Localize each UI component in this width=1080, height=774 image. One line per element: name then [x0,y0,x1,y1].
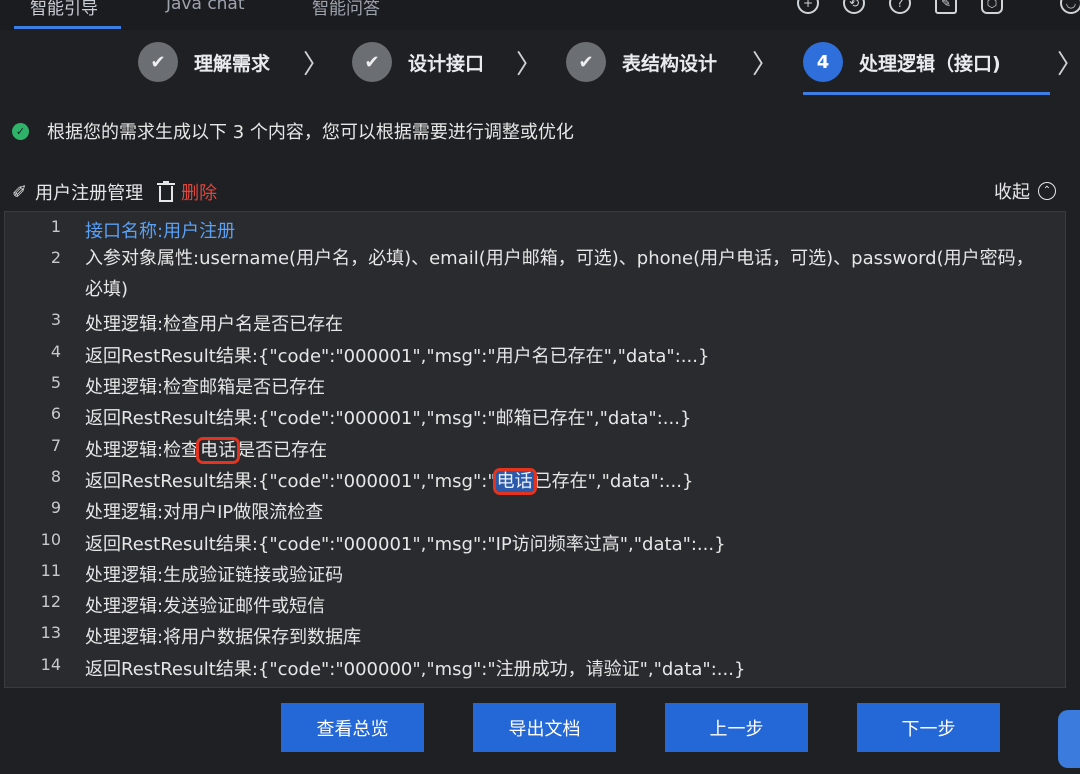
step-understand-requirements[interactable]: ✔ 理解需求 [138,42,270,82]
line-number: 6 [50,404,61,423]
active-step-indicator [803,92,1050,95]
line-text: 入参对象属性:username(用户名，必填)、email(用户邮箱，可选)、p… [85,248,1034,300]
edit-icon[interactable]: ✎ [935,0,957,14]
line-text: 处理逻辑:将用户数据保存到数据库 [85,627,362,648]
line-number: 13 [40,623,61,642]
line-number: 14 [40,655,61,674]
check-icon: ✔ [138,42,178,82]
chevron-right-icon: 〉 [752,50,779,80]
line-number: 11 [40,561,61,580]
shield-icon[interactable]: ⬡ [981,0,1003,14]
info-text-tail: 个内容，您可以根据需要进行调整或优化 [244,122,574,143]
step-number: 4 [803,42,843,82]
collapse-button[interactable]: 收起 ⌃ [994,178,1056,204]
step-processing-logic[interactable]: 4 处理逻辑（接口) [803,42,1001,82]
history-icon[interactable]: ⟲ [843,0,865,14]
line-text: 处理逻辑:检查电话是否已存在 [85,436,1049,464]
tab-smart-qa[interactable]: 智能问答 [312,0,380,19]
assistant-side-tab[interactable] [1058,710,1080,768]
trash-icon[interactable] [157,181,176,203]
success-check-icon: ✓ [12,122,29,140]
step-label: 处理逻辑（接口) [859,52,1001,75]
stepper: ✔ 理解需求 〉 ✔ 设计接口 〉 ✔ 表结构设计 〉 4 处理逻辑（接口) 〉 [0,30,1080,100]
line-number: 3 [50,310,61,329]
delete-button[interactable]: 删除 [181,179,217,205]
line-number: 12 [40,592,61,611]
code-editor[interactable]: 1 接口名称:用户注册 2 入参对象属性:username(用户名，必填)、em… [4,211,1066,688]
check-icon: ✔ [352,42,392,82]
line-text: 返回RestResult结果:{"code":"000001","msg":"I… [85,534,726,555]
highlighted-term: 电话 [196,437,241,464]
tab-java-chat[interactable]: Java chat [166,0,245,14]
line-text-post: 是否已存在 [237,440,328,461]
line-number: 10 [40,530,61,549]
line-number: 7 [50,436,61,455]
chevron-up-circle-icon: ⌃ [1038,182,1056,200]
line-text: 处理逻辑:对用户IP做限流检查 [85,502,324,523]
step-design-interface[interactable]: ✔ 设计接口 [352,42,484,82]
user-icon[interactable]: ◡ [1060,0,1080,14]
line-text: 处理逻辑:发送验证邮件或短信 [85,596,326,617]
line-text: 返回RestResult结果:{"code":"000000","msg":"注… [85,659,746,680]
line-number: 2 [50,248,61,267]
line-text-post: 已存在","data":...} [533,471,694,492]
line-number: 4 [50,342,61,361]
check-icon: ✔ [566,42,606,82]
info-count: 3 [232,122,245,143]
info-message: ✓ 根据您的需求生成以下 3 个内容，您可以根据需要进行调整或优化 [12,118,574,144]
line-number: 9 [50,498,61,517]
line-text: 处理逻辑:检查邮箱是否已存在 [85,377,326,398]
line-text: 返回RestResult结果:{"code":"000001","msg":"用… [85,346,710,367]
chevron-right-icon: 〉 [516,50,543,80]
line-number: 5 [50,373,61,392]
help-icon[interactable]: ? [889,0,911,14]
line-text: 返回RestResult结果:{"code":"000001","msg":"电… [85,467,1049,495]
highlighted-term-selected: 电话 [492,468,537,495]
line-number: 1 [50,217,61,236]
line-text: 处理逻辑:生成验证链接或验证码 [85,565,344,586]
collapse-label: 收起 [994,182,1030,203]
step-label: 设计接口 [408,52,485,75]
previous-step-button[interactable]: 上一步 [665,703,808,752]
tab-smart-guide[interactable]: 智能引导 [30,0,98,19]
step-label: 理解需求 [194,52,271,75]
active-tab-indicator [14,26,121,29]
section-title: 用户注册管理 [35,183,144,204]
line-text-pre: 返回RestResult结果:{"code":"000001","msg":" [85,471,496,492]
step-label: 表结构设计 [622,52,718,75]
top-nav: 智能引导 Java chat 智能问答 + ⟲ ? ✎ ⬡ ◡ [0,0,1080,30]
line-text-pre: 处理逻辑:检查 [85,440,200,461]
plug-icon: ✐ [12,181,28,203]
next-step-button[interactable]: 下一步 [857,703,1000,752]
section-header: ✐ 用户注册管理 删除 [12,178,217,206]
add-icon[interactable]: + [797,0,819,14]
info-text: 根据您的需求生成以下 [47,122,233,143]
view-overview-button[interactable]: 查看总览 [281,703,424,752]
step-table-design[interactable]: ✔ 表结构设计 [566,42,717,82]
chevron-right-icon: 〉 [303,50,330,80]
export-document-button[interactable]: 导出文档 [473,703,616,752]
line-text: 处理逻辑:检查用户名是否已存在 [85,314,344,335]
line-text: 返回RestResult结果:{"code":"000001","msg":"邮… [85,408,692,429]
line-text: 接口名称:用户注册 [85,221,236,242]
chevron-right-icon[interactable]: 〉 [1057,44,1080,81]
line-number: 8 [50,467,61,486]
